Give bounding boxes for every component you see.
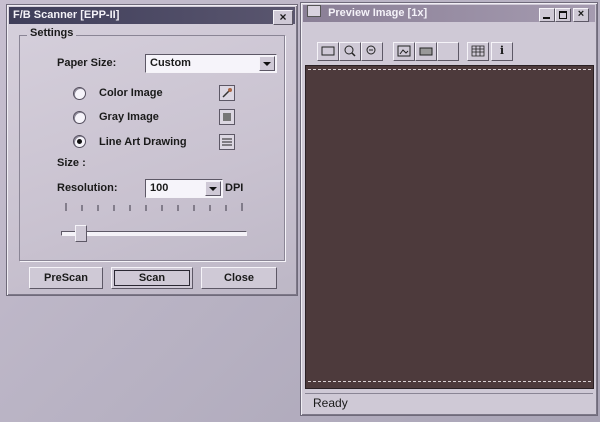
radio-color-image[interactable]	[73, 87, 86, 100]
status-bar: Ready	[305, 393, 593, 412]
status-text: Ready	[313, 396, 348, 410]
size-label: Size :	[57, 157, 86, 169]
preview-title: Preview Image [1x]	[328, 7, 428, 19]
resolution-value: 100	[150, 182, 169, 194]
app-icon	[307, 5, 321, 17]
preview-fit-button[interactable]	[415, 42, 437, 61]
mode-label-line-art[interactable]: Line Art Drawing	[99, 136, 187, 148]
preview-window: Preview Image [1x] × i Ready	[300, 2, 598, 416]
paper-size-dropdown[interactable]: Custom	[145, 54, 277, 73]
radio-gray-image[interactable]	[73, 111, 86, 124]
zoom-in-button[interactable]	[339, 42, 361, 61]
slider-thumb[interactable]	[75, 225, 87, 242]
radio-selected-dot	[77, 139, 82, 144]
minimize-icon	[543, 17, 550, 19]
maximize-icon	[559, 11, 567, 19]
preview-fit-icon	[419, 47, 433, 56]
paper-size-label: Paper Size:	[57, 57, 117, 69]
resolution-slider-ticks	[65, 203, 243, 211]
mode-label-color[interactable]: Color Image	[99, 87, 163, 99]
resolution-dropdown[interactable]: 100	[145, 179, 223, 198]
image-view-button[interactable]	[393, 42, 415, 61]
radio-line-art-drawing[interactable]	[73, 135, 86, 148]
scan-area-bottom-guide	[308, 381, 591, 382]
info-icon: i	[499, 44, 505, 57]
paper-size-value: Custom	[150, 57, 191, 69]
prescan-label: PreScan	[43, 272, 89, 284]
resolution-unit: DPI	[225, 182, 244, 194]
close-button[interactable]: Close	[201, 267, 277, 289]
maximize-button[interactable]	[555, 8, 571, 22]
preview-canvas[interactable]	[305, 65, 594, 389]
close-icon: ×	[577, 8, 585, 20]
scan-button[interactable]: Scan	[111, 267, 193, 289]
scanner-close-button[interactable]: ×	[273, 10, 293, 25]
close-label: Close	[224, 272, 254, 284]
slider-track	[61, 231, 247, 236]
zoom-in-icon	[344, 45, 356, 57]
resolution-label: Resolution:	[57, 182, 118, 194]
resolution-slider[interactable]	[61, 225, 247, 242]
chevron-down-icon[interactable]	[205, 181, 221, 196]
prescan-button[interactable]: PreScan	[29, 267, 103, 289]
image-view-icon	[397, 45, 411, 57]
scan-label: Scan	[138, 272, 166, 284]
scanner-title-bar[interactable]: F/B Scanner [EPP-II]	[9, 7, 295, 24]
scanner-title: F/B Scanner [EPP-II]	[13, 9, 120, 21]
settings-group-label: Settings	[27, 27, 77, 39]
gray-image-icon	[219, 109, 235, 125]
scanner-window: F/B Scanner [EPP-II] × Settings Paper Si…	[6, 4, 298, 296]
select-area-button[interactable]	[317, 42, 339, 61]
line-art-icon	[219, 134, 235, 150]
close-icon: ×	[279, 10, 287, 24]
window-close-button[interactable]: ×	[573, 8, 589, 22]
grid-button[interactable]	[467, 42, 489, 61]
minimize-button[interactable]	[539, 8, 555, 22]
zoom-out-button[interactable]	[361, 42, 383, 61]
select-area-icon	[321, 46, 335, 56]
info-button[interactable]: i	[491, 42, 513, 61]
blank-button[interactable]	[437, 42, 459, 61]
mode-label-gray[interactable]: Gray Image	[99, 111, 159, 123]
chevron-down-icon[interactable]	[259, 56, 275, 71]
grid-icon	[471, 45, 485, 57]
color-image-icon	[219, 85, 235, 101]
scan-area-top-guide	[308, 69, 591, 70]
zoom-out-icon	[366, 45, 376, 55]
